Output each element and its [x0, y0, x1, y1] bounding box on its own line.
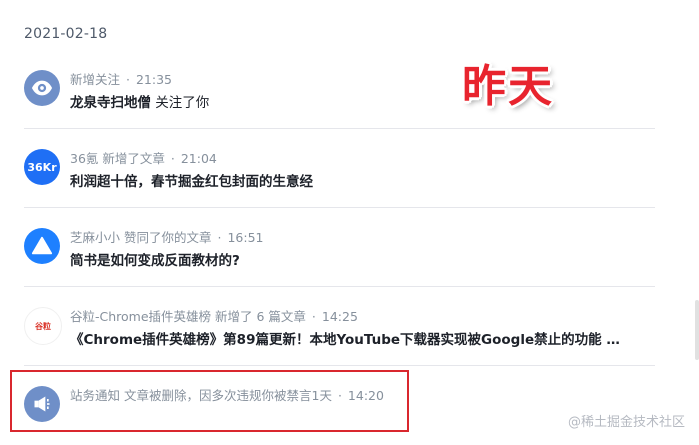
item-meta: 36氪 新增了文章 · 21:04	[70, 148, 217, 167]
item-action: 新增了文章	[102, 151, 165, 166]
item-meta: 谷粒-Chrome插件英雄榜 新增了 6 篇文章 · 14:25	[70, 306, 358, 325]
chrome-hero-logo[interactable]: 谷粒	[24, 307, 62, 345]
item-time: 14:25	[321, 309, 358, 324]
list-item[interactable]: 谷粒 谷粒-Chrome插件英雄榜 新增了 6 篇文章 · 14:25 《Chr…	[0, 287, 655, 366]
scrollbar[interactable]	[695, 300, 699, 360]
item-user[interactable]: 新增关注	[70, 72, 120, 87]
highlight-annotation-box	[10, 370, 409, 432]
item-user[interactable]: 36氪	[70, 151, 98, 166]
triangle-icon[interactable]	[24, 228, 60, 264]
36kr-logo[interactable]: 36Kr	[24, 149, 60, 185]
meta-separator: ·	[126, 72, 130, 87]
item-time: 16:51	[227, 230, 264, 245]
item-title-plain: 关注了你	[151, 95, 210, 111]
item-title[interactable]: 龙泉寺扫地僧 关注了你	[70, 91, 209, 111]
list-item[interactable]: 芝麻小小 赞同了你的文章 · 16:51 简书是如何变成反面教材的?	[0, 208, 655, 287]
item-time: 21:04	[180, 151, 217, 166]
meta-separator: ·	[217, 230, 222, 245]
list-item[interactable]: 36Kr 36氪 新增了文章 · 21:04 利润超十倍，春节掘金红包封面的生意…	[0, 129, 655, 208]
watermark: @稀土掘金技术社区	[567, 415, 685, 430]
meta-separator: ·	[170, 151, 175, 166]
item-title-bold[interactable]: 龙泉寺扫地僧	[70, 95, 151, 111]
meta-separator: ·	[311, 309, 316, 324]
item-action: 新增了 6 篇文章	[215, 309, 306, 324]
item-action: 赞同了你的文章	[124, 230, 212, 245]
date-header: 2021-02-18	[24, 26, 108, 42]
item-user[interactable]: 芝麻小小	[70, 230, 120, 245]
avatar-text: 36Kr	[27, 160, 57, 174]
item-user[interactable]: 谷粒-Chrome插件英雄榜	[70, 309, 211, 324]
eye-icon[interactable]	[24, 70, 60, 106]
item-title[interactable]: 利润超十倍，春节掘金红包封面的生意经	[70, 170, 313, 190]
item-title[interactable]: 《Chrome插件英雄榜》第89篇更新！本地YouTube下载器实现被Googl…	[70, 328, 630, 348]
item-meta: 芝麻小小 赞同了你的文章 · 16:51	[70, 227, 264, 246]
avatar-text: 谷粒	[35, 321, 51, 331]
item-time: 21:35	[135, 72, 172, 87]
list-item[interactable]: 新增关注 · 21:35 龙泉寺扫地僧 关注了你	[0, 50, 655, 129]
item-meta: 新增关注 · 21:35	[70, 69, 172, 88]
item-title[interactable]: 简书是如何变成反面教材的?	[70, 249, 240, 269]
